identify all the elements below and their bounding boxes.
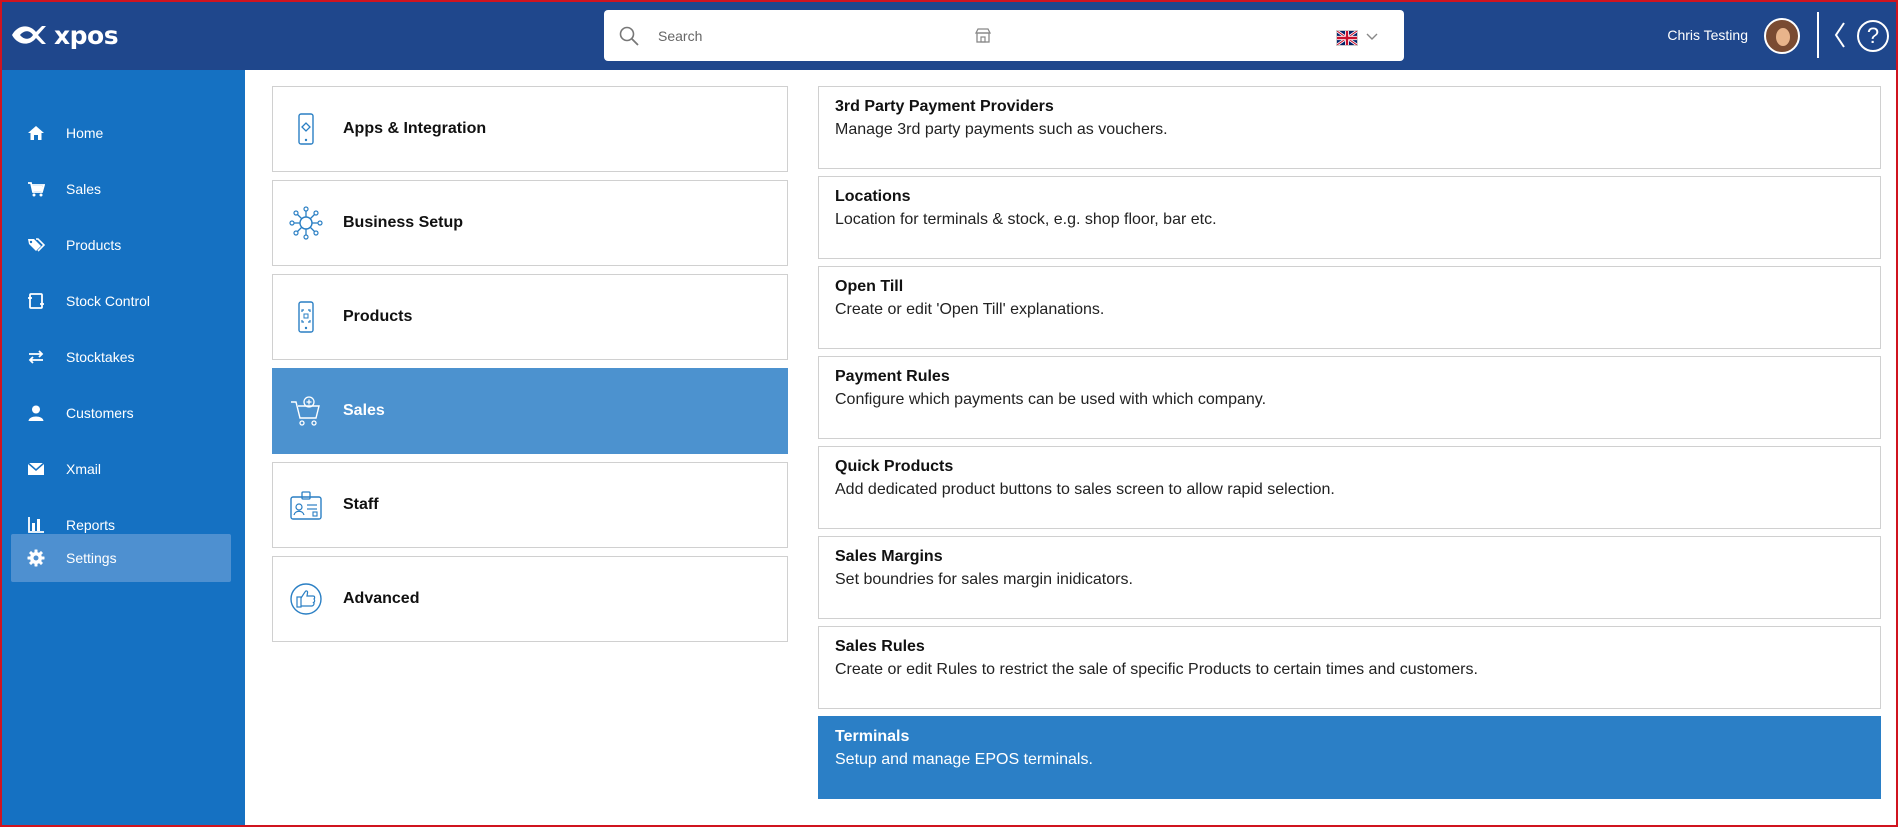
phone-app-icon bbox=[289, 112, 323, 146]
sidebar-item-settings[interactable]: Settings bbox=[11, 534, 231, 582]
sidebar-item-label: Settings bbox=[66, 550, 117, 566]
category-products[interactable]: Products bbox=[272, 274, 788, 360]
category-label: Advanced bbox=[343, 590, 420, 607]
option-description: Add dedicated product buttons to sales s… bbox=[835, 481, 1335, 498]
option-description: Configure which payments can be used wit… bbox=[835, 391, 1267, 408]
option-title: Payment Rules bbox=[835, 368, 950, 385]
option-terminals[interactable]: Terminals Setup and manage EPOS terminal… bbox=[818, 716, 1881, 799]
sidebar-item-label: Customers bbox=[66, 405, 134, 421]
sidebar-item-sales[interactable]: Sales bbox=[11, 165, 231, 213]
collapse-left-icon[interactable] bbox=[1832, 20, 1848, 50]
option-sales-rules[interactable]: Sales Rules Create or edit Rules to rest… bbox=[818, 626, 1881, 709]
sidebar-item-label: Reports bbox=[66, 517, 116, 533]
sidebar-item-customers[interactable]: Customers bbox=[11, 389, 231, 437]
category-staff[interactable]: Staff bbox=[272, 462, 788, 548]
search-icon[interactable] bbox=[618, 25, 640, 47]
option-description: Set boundries for sales margin inidicato… bbox=[835, 571, 1133, 588]
option-title: Sales Rules bbox=[835, 638, 925, 655]
option-quick-products[interactable]: Quick Products Add dedicated product but… bbox=[818, 446, 1881, 529]
category-advanced[interactable]: Advanced bbox=[272, 556, 788, 642]
sidebar-item-stocktakes[interactable]: Stocktakes bbox=[11, 333, 231, 381]
help-icon[interactable]: ? bbox=[1857, 20, 1889, 52]
option-description: Setup and manage EPOS terminals. bbox=[835, 751, 1093, 768]
stock-icon bbox=[27, 292, 45, 310]
option-locations[interactable]: Locations Location for terminals & stock… bbox=[818, 176, 1881, 259]
sidebar-item-label: Sales bbox=[66, 181, 102, 197]
cart-icon bbox=[27, 180, 45, 198]
network-icon bbox=[289, 206, 323, 240]
xpos-logo-mark-icon bbox=[12, 26, 46, 44]
category-label: Sales bbox=[343, 402, 385, 419]
option-title: Quick Products bbox=[835, 458, 954, 475]
sidebar-item-label: Xmail bbox=[66, 461, 102, 477]
sidebar-item-label: Stocktakes bbox=[66, 349, 135, 365]
avatar[interactable] bbox=[1764, 18, 1800, 54]
bar-chart-icon bbox=[27, 516, 45, 534]
store-icon[interactable] bbox=[974, 27, 992, 45]
option-payment-rules[interactable]: Payment Rules Configure which payments c… bbox=[818, 356, 1881, 439]
option-description: Location for terminals & stock, e.g. sho… bbox=[835, 211, 1217, 228]
category-label: Staff bbox=[343, 496, 379, 513]
user-name[interactable]: Chris Testing bbox=[1667, 27, 1748, 43]
option-description: Manage 3rd party payments such as vouche… bbox=[835, 121, 1168, 138]
sidebar-item-home[interactable]: Home bbox=[11, 109, 231, 157]
sidebar-item-products[interactable]: Products bbox=[11, 221, 231, 269]
gear-icon bbox=[27, 549, 45, 567]
logo-text: xpos bbox=[54, 20, 119, 50]
tags-icon bbox=[27, 236, 45, 254]
option-description: Create or edit 'Open Till' explanations. bbox=[835, 301, 1105, 318]
option-sales-margins[interactable]: Sales Margins Set boundries for sales ma… bbox=[818, 536, 1881, 619]
option-title: Terminals bbox=[835, 728, 910, 745]
mail-icon bbox=[27, 460, 45, 478]
search-input[interactable] bbox=[658, 24, 958, 48]
search-bar bbox=[604, 10, 1404, 61]
top-bar: xpos Chris Testing ? bbox=[0, 0, 1898, 70]
category-apps-integration[interactable]: Apps & Integration bbox=[272, 86, 788, 172]
option-3rd-party-payment-providers[interactable]: 3rd Party Payment Providers Manage 3rd p… bbox=[818, 86, 1881, 169]
home-icon bbox=[27, 124, 45, 142]
xpos-logo[interactable]: xpos bbox=[10, 18, 119, 52]
sidebar-item-stock-control[interactable]: Stock Control bbox=[11, 277, 231, 325]
chevron-down-icon[interactable] bbox=[1366, 32, 1378, 42]
cart-add-icon bbox=[289, 394, 323, 428]
id-card-icon bbox=[289, 488, 323, 522]
phone-scan-icon bbox=[289, 300, 323, 334]
sidebar-item-xmail[interactable]: Xmail bbox=[11, 445, 231, 493]
option-title: Locations bbox=[835, 188, 911, 205]
sidebar-item-label: Stock Control bbox=[66, 293, 151, 309]
category-business-setup[interactable]: Business Setup bbox=[272, 180, 788, 266]
option-title: 3rd Party Payment Providers bbox=[835, 98, 1054, 115]
category-label: Apps & Integration bbox=[343, 120, 487, 137]
user-icon bbox=[27, 404, 45, 422]
option-title: Open Till bbox=[835, 278, 904, 295]
swap-icon bbox=[27, 348, 45, 366]
sidebar-item-label: Products bbox=[66, 237, 122, 253]
option-title: Sales Margins bbox=[835, 548, 943, 565]
sidebar: Home Sales Products Stock Control Stockt… bbox=[2, 70, 245, 825]
category-label: Products bbox=[343, 308, 413, 325]
thumbs-up-icon bbox=[289, 582, 323, 616]
option-open-till[interactable]: Open Till Create or edit 'Open Till' exp… bbox=[818, 266, 1881, 349]
category-sales[interactable]: Sales bbox=[272, 368, 788, 454]
sidebar-item-label: Home bbox=[66, 125, 104, 141]
header-divider bbox=[1817, 12, 1819, 58]
option-description: Create or edit Rules to restrict the sal… bbox=[835, 661, 1478, 678]
category-label: Business Setup bbox=[343, 214, 464, 231]
uk-flag-icon[interactable] bbox=[1336, 30, 1358, 46]
